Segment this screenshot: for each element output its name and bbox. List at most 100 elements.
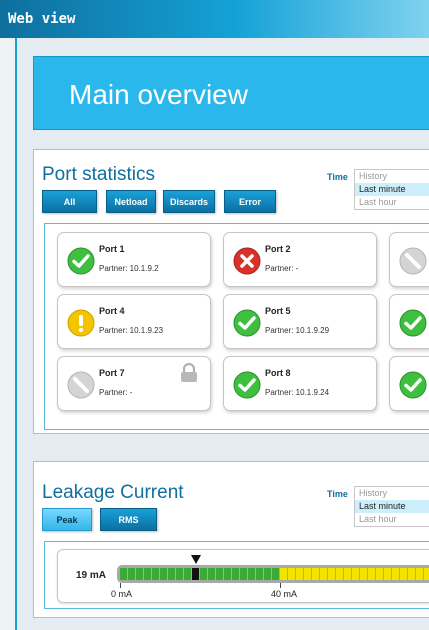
port-partner: Partner: 10.1.9.23: [99, 326, 164, 335]
meter-tick: [120, 583, 121, 588]
port-name: Port 8: [265, 368, 291, 378]
meter-segment: [200, 568, 207, 580]
meter-tick-label: 0 mA: [111, 589, 133, 599]
meter-segment: [312, 568, 319, 580]
time-option-last-hour[interactable]: Last hour: [355, 513, 429, 526]
meter-segment: [120, 568, 127, 580]
filter-all-button[interactable]: All: [42, 190, 97, 213]
meter-segment: [408, 568, 415, 580]
meter-segment: [376, 568, 383, 580]
port-card-4[interactable]: Port 4 Partner: 10.1.9.23: [57, 294, 211, 349]
meter-segment: [360, 568, 367, 580]
time-option-last-minute[interactable]: Last minute: [355, 183, 429, 196]
meter-segment: [320, 568, 327, 580]
meter-segment: [128, 568, 135, 580]
leakage-meter: 19 mA 0 mA 40 mA: [57, 549, 429, 603]
check-icon: [233, 309, 261, 337]
port-card-3[interactable]: [389, 232, 429, 287]
meter-segment: [256, 568, 263, 580]
time-label: Time: [327, 172, 348, 182]
port-statistics-title: Port statistics: [42, 164, 155, 185]
filter-netload-button[interactable]: Netload: [106, 190, 156, 213]
port-card-7[interactable]: Port 7 Partner: -: [57, 356, 211, 411]
meter-segment: [304, 568, 311, 580]
port-name: Port 7: [99, 368, 125, 378]
meter-segment: [352, 568, 359, 580]
filter-rms-button[interactable]: RMS: [100, 508, 157, 531]
port-name: Port 1: [99, 244, 125, 254]
meter-segment: [232, 568, 239, 580]
disabled-icon: [399, 247, 427, 275]
meter-segment: [192, 568, 199, 580]
time-option-last-hour[interactable]: Last hour: [355, 196, 429, 209]
meter-segment: [424, 568, 429, 580]
meter-segment: [240, 568, 247, 580]
warning-icon: [67, 309, 95, 337]
window-title: Web view: [8, 11, 76, 27]
page-title: Main overview: [69, 79, 248, 110]
disabled-icon: [67, 371, 95, 399]
time-option-last-minute[interactable]: Last minute: [355, 500, 429, 513]
meter-segment: [224, 568, 231, 580]
meter-segment: [144, 568, 151, 580]
check-icon: [399, 309, 427, 337]
port-grid: Port 1 Partner: 10.1.9.2 Port 2 Partner:…: [44, 223, 429, 430]
port-name: Port 2: [265, 244, 291, 254]
meter-segment: [400, 568, 407, 580]
port-partner: Partner: -: [99, 388, 133, 397]
window-titlebar: Web view: [0, 0, 429, 38]
meter-segment: [392, 568, 399, 580]
meter-segment: [280, 568, 287, 580]
app-window: Web view Main overview Port statistics A…: [0, 0, 429, 630]
error-x-icon: [233, 247, 261, 275]
time-option-history[interactable]: History: [355, 487, 429, 500]
port-card-9[interactable]: [389, 356, 429, 411]
leakage-meter-box: 19 mA 0 mA 40 mA: [44, 541, 429, 609]
overview-banner: Main overview: [33, 56, 429, 130]
meter-tick: [280, 583, 281, 588]
meter-tick-label: 40 mA: [271, 589, 298, 599]
meter-segment: [136, 568, 143, 580]
port-card-6[interactable]: [389, 294, 429, 349]
meter-segment: [272, 568, 279, 580]
meter-bar: [117, 555, 429, 583]
meter-segment: [216, 568, 223, 580]
time-label: Time: [327, 489, 348, 499]
port-statistics-panel: Port statistics All Netload Discards Err…: [33, 149, 429, 434]
meter-segment: [384, 568, 391, 580]
check-icon: [399, 371, 427, 399]
port-name: Port 5: [265, 306, 291, 316]
meter-segment: [208, 568, 215, 580]
meter-segment: [344, 568, 351, 580]
port-name: Port 4: [99, 306, 125, 316]
lock-icon: [181, 363, 197, 382]
meter-segment: [184, 568, 191, 580]
port-card-1[interactable]: Port 1 Partner: 10.1.9.2: [57, 232, 211, 287]
check-icon: [233, 371, 261, 399]
port-partner: Partner: 10.1.9.29: [265, 326, 330, 335]
filter-error-button[interactable]: Error: [224, 190, 276, 213]
leakage-current-panel: Leakage Current Peak RMS Time History La…: [33, 461, 429, 618]
meter-value-label: 19 mA: [76, 570, 107, 581]
filter-peak-button[interactable]: Peak: [42, 508, 92, 531]
main-content: Main overview Port statistics All Netloa…: [15, 38, 429, 630]
meter-segment: [416, 568, 423, 580]
meter-segment: [296, 568, 303, 580]
filter-discards-button[interactable]: Discards: [163, 190, 215, 213]
meter-segment: [248, 568, 255, 580]
port-card-5[interactable]: Port 5 Partner: 10.1.9.29: [223, 294, 377, 349]
meter-segment: [368, 568, 375, 580]
port-card-2[interactable]: Port 2 Partner: -: [223, 232, 377, 287]
meter-segment: [160, 568, 167, 580]
meter-pointer-icon: [191, 555, 201, 564]
meter-segment: [176, 568, 183, 580]
port-partner: Partner: 10.1.9.24: [265, 388, 330, 397]
port-card-8[interactable]: Port 8 Partner: 10.1.9.24: [223, 356, 377, 411]
port-partner: Partner: -: [265, 264, 299, 273]
meter-segment: [328, 568, 335, 580]
time-select-list: History Last minute Last hour: [354, 169, 429, 210]
meter-segment: [288, 568, 295, 580]
time-option-history[interactable]: History: [355, 170, 429, 183]
time-select-list: History Last minute Last hour: [354, 486, 429, 527]
meter-segment: [152, 568, 159, 580]
